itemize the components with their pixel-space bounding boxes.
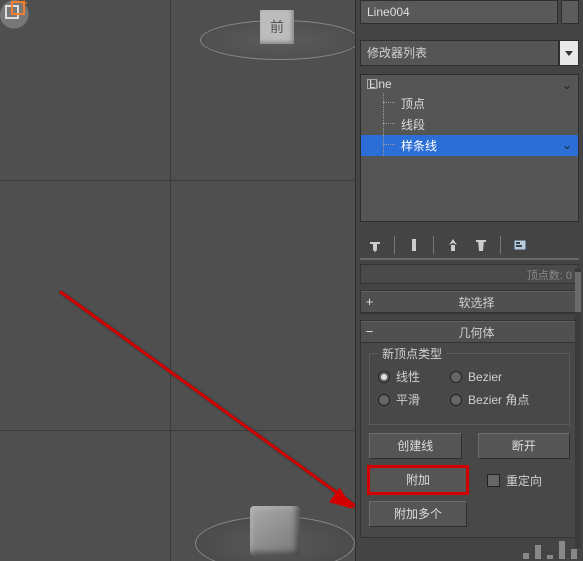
radio-linear[interactable]: 线性 xyxy=(378,368,420,385)
radio-smooth[interactable]: 平滑 xyxy=(378,391,420,408)
stack-item-label: 顶点 xyxy=(401,97,425,111)
rollout-title: 软选择 xyxy=(375,294,578,311)
status-bars-icon xyxy=(523,541,577,559)
rollout-title: 几何体 xyxy=(375,324,578,341)
radio-bezier[interactable]: Bezier xyxy=(450,368,502,385)
stack-item-label: 样条线 xyxy=(401,139,437,153)
vertex-count-bar: 顶点数: 0 xyxy=(360,264,579,284)
radio-bezier-corner[interactable]: Bezier 角点 xyxy=(450,391,529,408)
rollout-head-soft-selection[interactable]: + 软选择 xyxy=(361,291,578,313)
attach-button[interactable]: 附加 xyxy=(369,467,467,493)
viewport-maximize-icon[interactable]: + xyxy=(0,0,30,30)
modifier-list-dropdown-button[interactable] xyxy=(559,40,579,66)
svg-text:+: + xyxy=(21,0,27,10)
object-name-field[interactable]: Line004 xyxy=(360,0,558,24)
viewport[interactable]: 前 + xyxy=(0,0,355,561)
chevron-down-icon: ⌄ xyxy=(562,138,572,152)
rollout-soft-selection: + 软选择 xyxy=(360,290,579,314)
panel-scrollbar[interactable] xyxy=(575,268,581,548)
show-end-result-icon[interactable] xyxy=(403,234,425,256)
rollout-geometry: − 几何体 新顶点类型 线性 Bezier 平滑 Bezier 角点 创建线 断… xyxy=(360,320,579,538)
stack-toolbar xyxy=(360,232,579,260)
stack-sub-segment[interactable]: 线段 xyxy=(361,114,578,135)
annotation-arrow xyxy=(59,290,355,516)
viewport-object-cube[interactable] xyxy=(250,506,300,556)
stack-item-line[interactable]: − Line ⌄ xyxy=(361,75,578,93)
group-new-vertex-type: 新顶点类型 线性 Bezier 平滑 Bezier 角点 xyxy=(369,353,570,425)
break-button[interactable]: 断开 xyxy=(478,433,571,459)
modifier-stack[interactable]: − Line ⌄ 顶点 线段 样条线 ⌄ xyxy=(360,74,579,222)
plus-icon: + xyxy=(364,297,375,308)
remove-modifier-icon[interactable] xyxy=(470,234,492,256)
group-title: 新顶点类型 xyxy=(378,345,446,362)
modify-panel: Line004 修改器列表 − Line ⌄ 顶点 线段 样条线 ⌄ xyxy=(355,0,583,561)
reorient-checkbox[interactable] xyxy=(487,474,500,487)
rollout-head-geometry[interactable]: − 几何体 xyxy=(361,321,578,343)
stack-sub-vertex[interactable]: 顶点 xyxy=(361,93,578,114)
viewcube-face-front[interactable]: 前 xyxy=(260,10,294,44)
configure-sets-icon[interactable] xyxy=(509,234,531,256)
object-color-swatch[interactable] xyxy=(561,0,579,24)
attach-multiple-button[interactable]: 附加多个 xyxy=(369,501,467,527)
make-unique-icon[interactable] xyxy=(442,234,464,256)
chevron-down-icon: ⌄ xyxy=(562,78,572,92)
create-line-button[interactable]: 创建线 xyxy=(369,433,462,459)
stack-item-label: 线段 xyxy=(401,118,425,132)
reorient-label: 重定向 xyxy=(506,472,542,489)
modifier-list-dropdown[interactable]: 修改器列表 xyxy=(360,40,559,66)
stack-sub-spline[interactable]: 样条线 ⌄ xyxy=(361,135,578,156)
pin-stack-icon[interactable] xyxy=(364,234,386,256)
minus-icon: − xyxy=(364,327,375,338)
scroll-thumb[interactable] xyxy=(575,272,581,312)
